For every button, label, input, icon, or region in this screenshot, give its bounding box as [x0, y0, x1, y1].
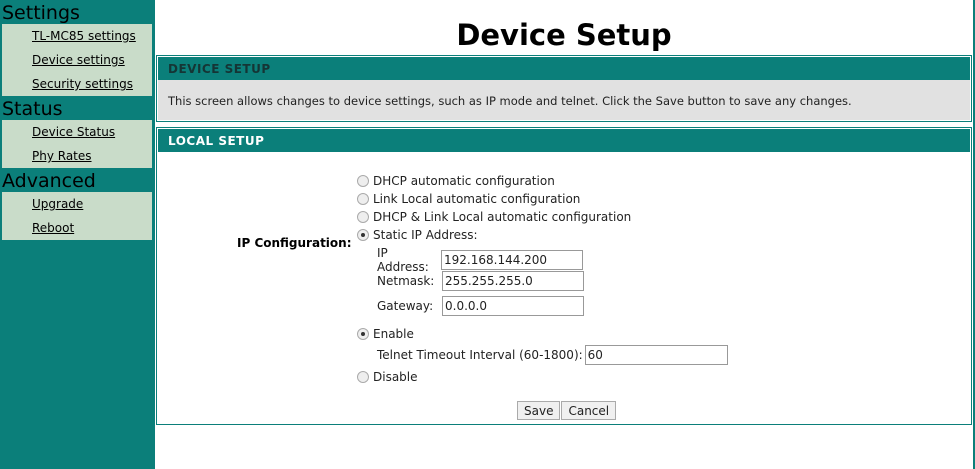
telnet-disable-option[interactable]: Disable [357, 370, 418, 384]
cancel-button[interactable]: Cancel [561, 401, 617, 420]
telnet-timeout-label: Telnet Timeout Interval (60-1800): [377, 348, 583, 362]
telnet-enable-radio[interactable] [357, 328, 369, 340]
device-setup-panel: DEVICE SETUP This screen allows changes … [156, 55, 972, 122]
dhcp-link-local-label: DHCP & Link Local automatic configuratio… [373, 210, 632, 224]
sidebar: Settings TL-MC85 settings Device setting… [0, 0, 154, 469]
telnet-disable-label: Disable [373, 370, 418, 384]
dhcp-link-local-radio[interactable] [357, 211, 369, 223]
sidebar-item-device-status[interactable]: Device Status [2, 120, 152, 144]
dhcp-label: DHCP automatic configuration [373, 174, 555, 188]
ip-configuration-label: IP Configuration: [237, 236, 352, 250]
netmask-label: Netmask: [377, 274, 435, 288]
link-local-label: Link Local automatic configuration [373, 192, 581, 206]
link-local-option[interactable]: Link Local automatic configuration [357, 192, 580, 206]
telnet-enable-label: Enable [373, 327, 414, 341]
telnet-enable-option[interactable]: Enable [357, 327, 414, 341]
static-ip-radio[interactable] [357, 229, 369, 241]
save-button[interactable]: Save [517, 401, 561, 420]
status-menu: Device Status Phy Rates [2, 120, 152, 168]
sidebar-section-status: Status [2, 98, 63, 120]
settings-menu: TL-MC85 settings Device settings Securit… [2, 24, 152, 96]
sidebar-section-advanced: Advanced [2, 170, 96, 192]
sidebar-item-reboot[interactable]: Reboot [2, 216, 152, 240]
sidebar-item-tl-mc85-settings[interactable]: TL-MC85 settings [2, 24, 152, 48]
sidebar-section-settings: Settings [2, 2, 80, 24]
advanced-menu: Upgrade Reboot [2, 192, 152, 240]
dhcp-link-local-option[interactable]: DHCP & Link Local automatic configuratio… [357, 210, 631, 224]
device-setup-header: DEVICE SETUP [158, 57, 970, 80]
sidebar-item-upgrade[interactable]: Upgrade [2, 192, 152, 216]
gateway-input[interactable] [442, 296, 584, 316]
sidebar-item-security-settings[interactable]: Security settings [2, 72, 152, 96]
dhcp-option[interactable]: DHCP automatic configuration [357, 174, 555, 188]
dhcp-radio[interactable] [357, 175, 369, 187]
main-content: Device Setup DEVICE SETUP This screen al… [155, 0, 973, 469]
ip-address-label: IP Address: [377, 246, 429, 274]
static-ip-label: Static IP Address: [373, 228, 478, 242]
ip-address-input[interactable] [441, 250, 583, 270]
link-local-radio[interactable] [357, 193, 369, 205]
local-setup-panel: LOCAL SETUP IP Configuration: DHCP autom… [156, 127, 972, 425]
netmask-input[interactable] [442, 271, 584, 291]
static-ip-option[interactable]: Static IP Address: [357, 228, 478, 242]
local-setup-header: LOCAL SETUP [158, 129, 970, 152]
sidebar-item-phy-rates[interactable]: Phy Rates [2, 144, 152, 168]
page-title: Device Setup [456, 18, 672, 52]
device-setup-description: This screen allows changes to device set… [158, 80, 970, 120]
telnet-disable-radio[interactable] [357, 371, 369, 383]
sidebar-item-device-settings[interactable]: Device settings [2, 48, 152, 72]
telnet-timeout-input[interactable] [584, 345, 728, 365]
gateway-label: Gateway: [377, 299, 434, 313]
